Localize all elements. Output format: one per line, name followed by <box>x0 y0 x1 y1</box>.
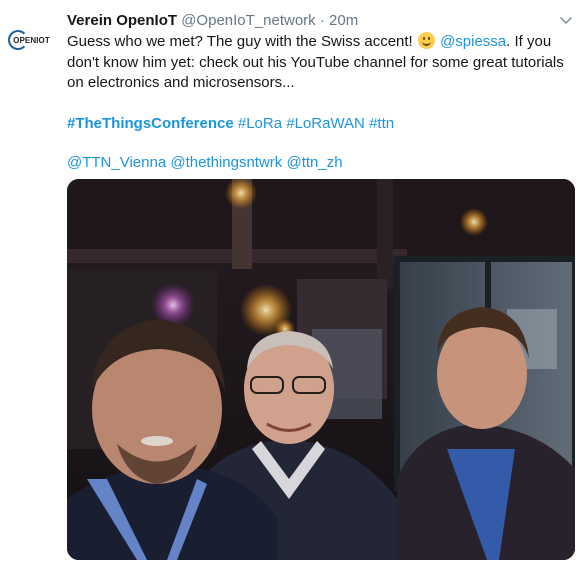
tweet-mentions: @TTN_Vienna @thethingsntwrk @ttn_zh <box>67 153 572 174</box>
mention-thethingsntwrk[interactable]: @thethingsntwrk <box>170 154 282 171</box>
avatar[interactable]: OPENIOT <box>8 18 54 63</box>
tweet-photo[interactable] <box>67 179 575 560</box>
tweet-text: Guess who we met? The guy with the Swiss… <box>67 32 572 174</box>
hashtag-thethingsconference[interactable]: #TheThingsConference <box>67 115 234 132</box>
mention-ttn-vienna[interactable]: @TTN_Vienna <box>67 154 166 171</box>
mention-spiessa[interactable]: @spiessa <box>440 33 506 50</box>
selfie-photo-illustration <box>67 179 575 560</box>
author-handle[interactable]: @OpenIoT_network <box>181 12 315 29</box>
tweet-text-part1: Guess who we met? The guy with the Swiss… <box>67 33 413 50</box>
hashtag-lora[interactable]: #LoRa <box>238 115 282 132</box>
hashtag-ttn[interactable]: #ttn <box>369 115 394 132</box>
tweet-hashtags: #TheThingsConference #LoRa #LoRaWAN #ttn <box>67 114 572 135</box>
tweet-header: Verein OpenIoT @OpenIoT_network · 20m <box>67 11 358 31</box>
tweet-paragraph-1: Guess who we met? The guy with the Swiss… <box>67 32 572 94</box>
tweet-time[interactable]: 20m <box>329 12 358 29</box>
chevron-down-icon[interactable] <box>558 12 574 28</box>
mention-ttn-zh[interactable]: @ttn_zh <box>286 154 342 171</box>
smiling-face-emoji-icon <box>417 32 435 49</box>
author-name[interactable]: Verein OpenIoT <box>67 12 177 29</box>
tweet: OPENIOT Verein OpenIoT @OpenIoT_network … <box>0 0 584 566</box>
hashtag-lorawan[interactable]: #LoRaWAN <box>286 115 365 132</box>
separator-dot: · <box>319 12 325 29</box>
openiot-logo-icon: OPENIOT <box>8 30 50 50</box>
